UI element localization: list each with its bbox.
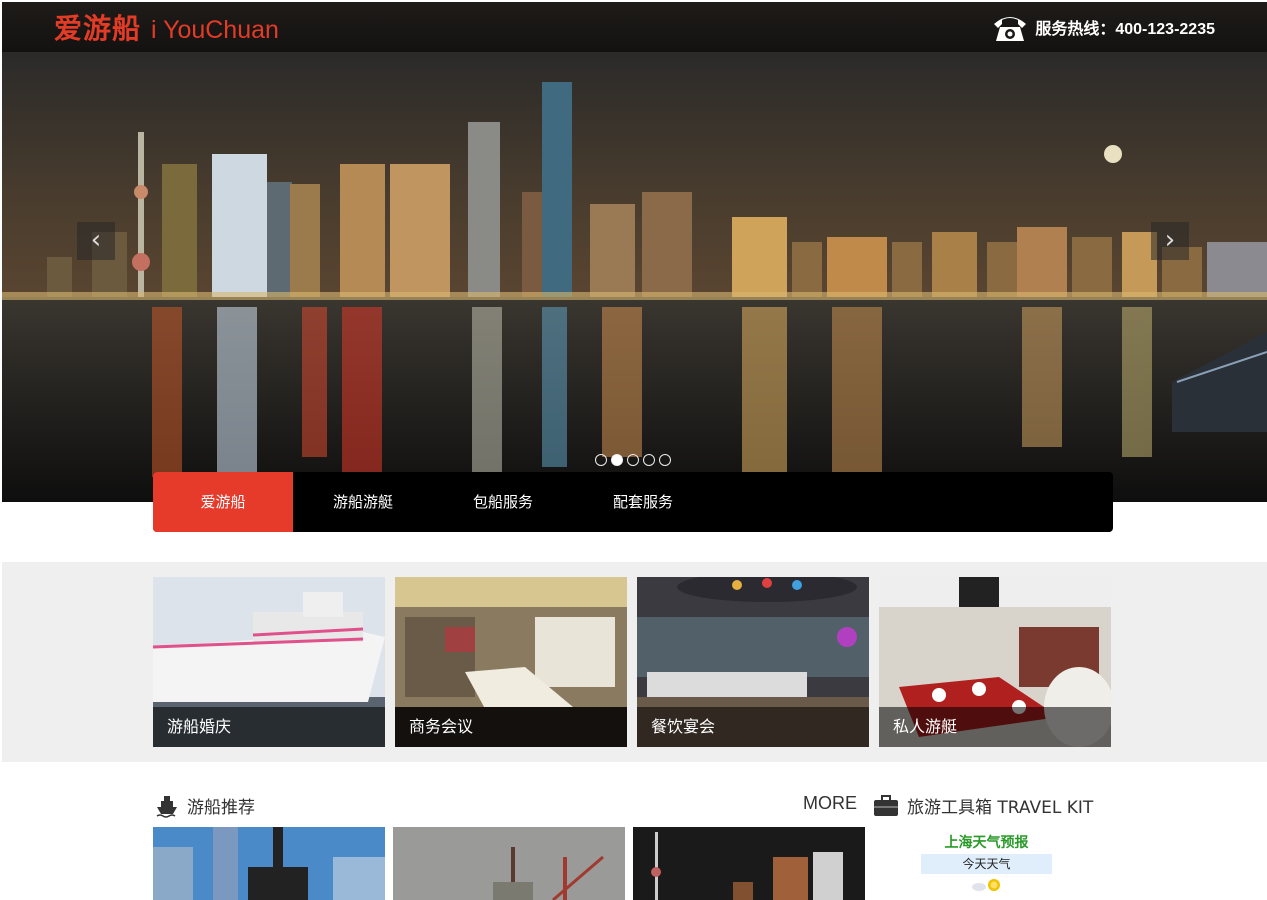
service-wedding[interactable]: 游船婚庆 — [153, 577, 385, 747]
slide-dot[interactable] — [611, 454, 623, 466]
nav-item[interactable]: 游船游艇 — [293, 472, 433, 532]
toolkit-title: 旅游工具箱 TRAVEL KIT — [907, 798, 1094, 818]
service-label: 餐饮宴会 — [637, 707, 869, 747]
site-logo[interactable]: 爱游船 i YouChuan — [54, 7, 279, 47]
recommend-item[interactable] — [393, 827, 625, 900]
weather-cloud-sun-icon — [971, 879, 1000, 891]
weather-widget: 上海天气预报 今天天气 — [921, 832, 1052, 898]
next-slide-button[interactable]: › — [1151, 222, 1189, 260]
service-label: 商务会议 — [395, 707, 627, 747]
ship-photo — [153, 827, 385, 900]
city-skyline-photo — [2, 52, 1267, 502]
nav-item[interactable]: 爱游船 — [153, 472, 293, 532]
ship-photo — [393, 827, 625, 900]
recommend-title: 游船推荐 — [187, 798, 255, 818]
recommend-item[interactable] — [633, 827, 865, 900]
slide-indicator — [595, 454, 671, 466]
service-hotline: 服务热线：400-123-2235 — [991, 10, 1215, 44]
hero-banner[interactable]: ‹ › — [2, 52, 1267, 502]
more-link[interactable]: MORE — [803, 793, 857, 814]
slide-dot[interactable] — [595, 454, 607, 466]
slide-dot[interactable] — [643, 454, 655, 466]
nav-item[interactable]: 配套服务 — [573, 472, 713, 532]
logo-chinese: 爱游船 — [54, 12, 142, 45]
main-nav: 爱游船 游船游艇 包船服务 配套服务 — [153, 472, 1113, 532]
recommend-item[interactable] — [153, 827, 385, 900]
prev-slide-button[interactable]: ‹ — [77, 222, 115, 260]
services-section: 游船婚庆 商务会议 餐饮宴会 私人游艇 — [2, 562, 1267, 762]
service-dining-banquet[interactable]: 餐饮宴会 — [637, 577, 869, 747]
hotline-text: 服务热线：400-123-2235 — [1035, 21, 1215, 38]
toolkit-heading: 旅游工具箱 TRAVEL KIT — [873, 793, 1093, 818]
service-private-yacht[interactable]: 私人游艇 — [879, 577, 1111, 747]
ship-icon — [156, 795, 177, 818]
slide-dot[interactable] — [627, 454, 639, 466]
service-business-meeting[interactable]: 商务会议 — [395, 577, 627, 747]
recommend-heading: 游船推荐 — [155, 793, 255, 818]
phone-icon — [994, 17, 1027, 41]
slide-dot[interactable] — [659, 454, 671, 466]
service-label: 游船婚庆 — [153, 707, 385, 747]
weather-title: 上海天气预报 — [944, 835, 1029, 851]
top-header: 爱游船 i YouChuan 服务热线：400-123-2235 — [2, 2, 1267, 52]
nav-item[interactable]: 包船服务 — [433, 472, 573, 532]
service-label: 私人游艇 — [879, 707, 1111, 747]
logo-english: i YouChuan — [151, 16, 279, 44]
weather-today: 今天天气 — [921, 854, 1052, 874]
toolbox-icon — [874, 794, 898, 816]
ship-photo — [633, 827, 865, 900]
